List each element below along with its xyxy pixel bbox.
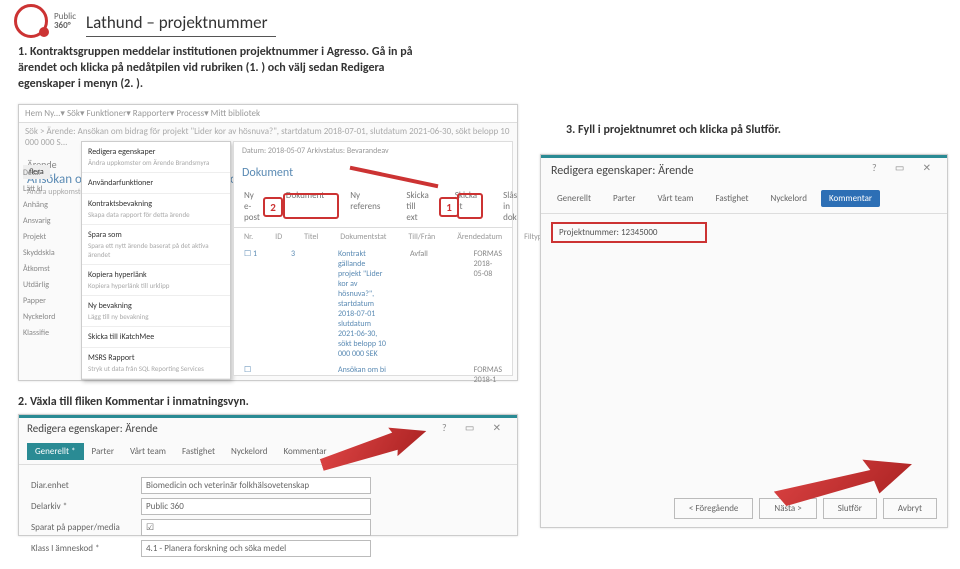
callout-2: 2 (263, 197, 283, 217)
screenshot-2: Redigera egenskaper: Ärende Generellt *P… (18, 414, 518, 536)
tabs: GenerelltParterVårt teamFastighetNyckelo… (541, 184, 947, 214)
form: Diar.enhetBiomedicin och veterinär folkh… (19, 465, 517, 569)
document-pane: Datum: 2018-05-07 Arkivstatus: Bevarande… (233, 141, 513, 376)
dialog-buttons: < FöregåendeNästa >SlutförAvbryt (674, 498, 937, 519)
step-1-text: 1. Kontraktsgruppen meddelar institution… (18, 44, 418, 93)
detail-labels: DetalLätt klAnhängAnsvarigProjektSkyddsk… (19, 165, 79, 341)
logo: Public360° (14, 4, 76, 38)
callout-1: 1 (439, 197, 459, 217)
highlight-2 (283, 193, 339, 219)
tabs: Generellt *ParterVårt teamFastighetNycke… (19, 439, 517, 465)
context-menu: Redigera egenskaperÄndra uppkomster om Ä… (81, 141, 231, 380)
screenshot-3: Redigera egenskaper: Ärende ? ▭ ✕ Genere… (540, 154, 948, 528)
logo-text: Public360° (54, 12, 76, 30)
window-icons: ? ▭ ✕ (872, 161, 939, 174)
highlight-1 (457, 193, 483, 219)
step-2-text: 2. Växla till fliken Kommentar i inmatni… (18, 394, 249, 410)
step-3-text: 3. Fyll i projektnumret och klicka på Sl… (566, 122, 781, 138)
page-title: Lathund – projektnummer (86, 12, 276, 37)
project-number-field: Projektnummer: 12345000 (551, 222, 707, 243)
logo-icon (14, 4, 48, 38)
window-icons: ? ▭ ✕ (442, 421, 509, 434)
screenshot-1: Hem Ny...▾ Sök▾ Funktioner▾ Rapporter▾ P… (18, 104, 518, 381)
nav-tabs: Hem Ny...▾ Sök▾ Funktioner▾ Rapporter▾ P… (19, 105, 517, 123)
